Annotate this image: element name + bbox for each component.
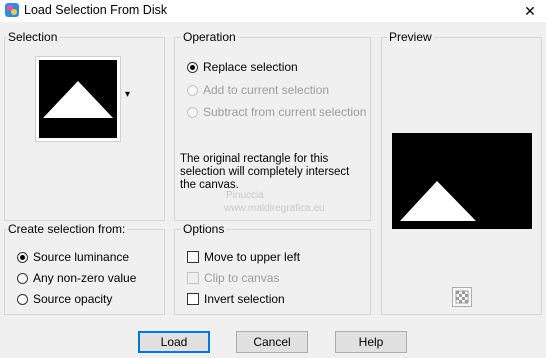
- window-title: Load Selection From Disk: [24, 3, 168, 17]
- radio-label: Replace selection: [203, 60, 298, 74]
- selection-thumbnail[interactable]: [35, 56, 121, 142]
- checkbox-label: Move to upper left: [204, 250, 301, 264]
- selection-thumbnail-image: [39, 60, 117, 138]
- operation-note: The original rectangle for this selectio…: [180, 153, 350, 191]
- checkbox[interactable]: [187, 251, 199, 263]
- create-from-label: Create selection from:: [6, 222, 128, 236]
- radio-add-to-selection[interactable]: Add to current selection: [187, 83, 329, 97]
- preview-shape: [400, 181, 476, 221]
- radio-label: Source opacity: [33, 292, 113, 306]
- radio-label: Any non-zero value: [33, 271, 137, 285]
- checkbox[interactable]: [187, 272, 199, 284]
- options-label: Options: [181, 222, 227, 236]
- radio-source-opacity[interactable]: Source opacity: [17, 292, 112, 306]
- selection-dropdown-arrow[interactable]: ▾: [125, 89, 130, 100]
- radio-subtract-from-selection[interactable]: Subtract from current selection: [187, 105, 366, 119]
- radio-button[interactable]: [187, 61, 198, 73]
- radio-source-luminance[interactable]: Source luminance: [17, 250, 129, 264]
- checkbox-invert-selection[interactable]: Invert selection: [187, 292, 285, 306]
- operation-label: Operation: [181, 30, 238, 44]
- radio-button[interactable]: [17, 251, 28, 263]
- radio-button[interactable]: [187, 106, 198, 118]
- radio-label: Add to current selection: [203, 83, 330, 97]
- checkbox[interactable]: [187, 293, 199, 305]
- help-button[interactable]: Help: [335, 331, 407, 353]
- checkbox-label: Invert selection: [204, 292, 285, 306]
- radio-button[interactable]: [17, 293, 28, 305]
- checkbox-clip-to-canvas[interactable]: Clip to canvas: [187, 271, 279, 285]
- preview-label: Preview: [387, 30, 434, 44]
- watermark-name: Pinuccia: [226, 190, 264, 201]
- preview-image: [392, 133, 532, 229]
- radio-replace-selection[interactable]: Replace selection: [187, 60, 298, 74]
- psp-app-icon: [5, 3, 19, 17]
- checkerboard-button[interactable]: [452, 287, 472, 307]
- load-button[interactable]: Load: [138, 331, 210, 353]
- checkbox-move-to-upper-left[interactable]: Move to upper left: [187, 250, 300, 264]
- selection-label: Selection: [6, 30, 60, 44]
- close-button[interactable]: ✕: [514, 0, 546, 22]
- radio-any-non-zero-value[interactable]: Any non-zero value: [17, 271, 136, 285]
- radio-button[interactable]: [17, 272, 28, 284]
- radio-label: Subtract from current selection: [203, 105, 367, 119]
- cancel-button[interactable]: Cancel: [236, 331, 308, 353]
- radio-button[interactable]: [187, 84, 198, 96]
- title-bar: Load Selection From Disk ✕: [0, 0, 546, 22]
- radio-label: Source luminance: [33, 250, 130, 264]
- checkerboard-icon: [455, 290, 469, 304]
- checkbox-label: Clip to canvas: [204, 271, 280, 285]
- watermark-url: www.maldiregrafica.eu: [224, 203, 325, 214]
